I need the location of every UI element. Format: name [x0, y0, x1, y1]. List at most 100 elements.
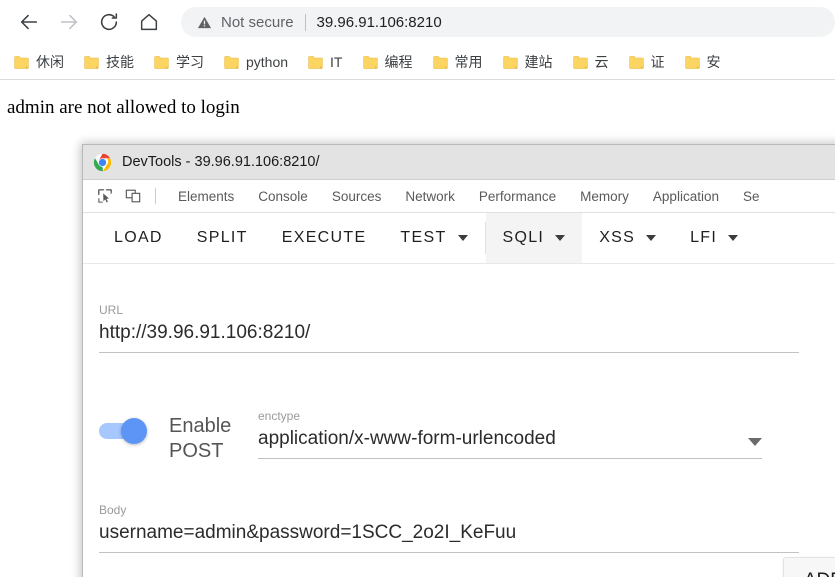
folder-icon	[572, 55, 588, 69]
toolbar-separator	[155, 188, 156, 204]
reload-icon	[98, 11, 120, 33]
bookmark-label: 常用	[454, 54, 483, 70]
bookmark-label: 建站	[524, 54, 553, 70]
tab-console[interactable]: Console	[246, 180, 320, 213]
url-input[interactable]: http://39.96.91.106:8210/	[99, 320, 799, 346]
enable-post-toggle[interactable]	[99, 409, 159, 444]
bookmark-item[interactable]: 休闲	[10, 49, 68, 75]
body-input-underline	[99, 552, 799, 553]
tab-network[interactable]: Network	[393, 180, 467, 213]
chevron-down-icon[interactable]	[728, 235, 739, 241]
bookmark-label: IT	[330, 54, 343, 70]
bookmark-item[interactable]: 常用	[429, 49, 487, 75]
folder-icon	[502, 55, 518, 69]
ext-tab-test[interactable]: TEST	[383, 213, 484, 263]
tab-security[interactable]: Se	[731, 180, 772, 213]
add-button[interactable]: ADD	[782, 557, 835, 577]
body-field-label: Body	[99, 503, 127, 517]
url-field-label: URL	[99, 303, 124, 317]
tab-elements[interactable]: Elements	[166, 180, 246, 213]
bookmark-item[interactable]: 技能	[80, 49, 138, 75]
devtools-window: DevTools - 39.96.91.106:8210/ Elements C…	[82, 144, 835, 577]
toggle-track	[99, 418, 147, 444]
bookmark-label: 编程	[384, 54, 413, 70]
toggle-knob	[121, 418, 147, 444]
ext-tab-label: LFI	[690, 229, 718, 246]
bookmark-item[interactable]: 安	[681, 49, 725, 75]
bookmark-item[interactable]: python	[220, 51, 292, 73]
address-bar[interactable]: Not secure 39.96.91.106:8210	[181, 7, 835, 37]
enable-post-label: Enable POST	[169, 415, 232, 462]
post-settings-row: Enable POST enctype application/x-www-fo…	[99, 409, 835, 577]
ext-tab-label: LOAD	[114, 229, 163, 246]
folder-icon	[84, 55, 99, 69]
bookmark-label: 安	[706, 54, 721, 70]
ext-tab-lfi[interactable]: LFI	[673, 213, 755, 263]
bookmark-label: 证	[650, 54, 665, 70]
devtools-titlebar[interactable]: DevTools - 39.96.91.106:8210/	[83, 145, 835, 180]
bookmark-label: 学习	[176, 54, 204, 70]
tab-memory[interactable]: Memory	[568, 180, 641, 213]
url-input-underline	[99, 352, 799, 353]
bookmark-item[interactable]: 学习	[150, 49, 208, 75]
folder-icon	[308, 55, 323, 69]
chevron-down-icon[interactable]	[457, 235, 468, 241]
chevron-down-icon[interactable]	[646, 235, 657, 241]
tab-application[interactable]: Application	[641, 180, 731, 213]
bookmark-item[interactable]: 证	[625, 49, 669, 75]
folder-icon	[154, 55, 169, 69]
enctype-underline	[258, 458, 762, 459]
enctype-selected-value: application/x-www-form-urlencoded	[258, 428, 556, 449]
enctype-select[interactable]: application/x-www-form-urlencoded	[258, 426, 762, 452]
folder-icon	[14, 55, 29, 69]
reload-button[interactable]	[89, 2, 129, 42]
url-field-group: URL http://39.96.91.106:8210/	[99, 303, 799, 353]
devtools-window-title: DevTools - 39.96.91.106:8210/	[122, 154, 320, 170]
folder-icon	[684, 55, 700, 69]
ext-tab-split[interactable]: SPLIT	[180, 213, 265, 263]
arrow-right-icon	[58, 11, 80, 33]
folder-icon	[362, 55, 378, 69]
bookmark-label: 云	[594, 54, 609, 70]
device-toolbar-icon[interactable]	[119, 183, 147, 209]
bookmark-item[interactable]: 编程	[359, 49, 417, 75]
body-field-group: Body username=admin&password=1SCC_2o2I_K…	[99, 503, 799, 553]
tab-performance[interactable]: Performance	[467, 180, 568, 213]
arrow-left-icon	[18, 11, 40, 33]
ext-tab-label: SQLI	[502, 229, 545, 246]
ext-tab-label: SPLIT	[196, 229, 248, 246]
ext-tab-load[interactable]: LOAD	[97, 213, 180, 263]
ext-tab-label: XSS	[599, 229, 636, 246]
inspect-element-icon[interactable]	[91, 183, 119, 209]
devtools-panel-tabbar: Elements Console Sources Network Perform…	[83, 180, 835, 213]
ext-tab-xss[interactable]: XSS	[582, 213, 673, 263]
bookmark-item[interactable]: 云	[569, 49, 613, 75]
folder-icon	[432, 55, 448, 69]
back-button[interactable]	[9, 2, 49, 42]
bookmark-label: 技能	[106, 54, 134, 70]
screen-root: Not secure 39.96.91.106:8210 休闲 技能 学习 py…	[0, 0, 835, 577]
chevron-down-icon[interactable]	[555, 235, 566, 241]
page-message-text: admin are not allowed to login	[7, 97, 240, 118]
browser-toolbar: Not secure 39.96.91.106:8210	[0, 0, 835, 44]
ext-tab-label: TEST	[400, 229, 447, 246]
ext-tab-sqli[interactable]: SQLI	[485, 213, 583, 263]
enctype-field-label: enctype	[258, 409, 301, 423]
chevron-down-icon[interactable]	[748, 438, 762, 446]
tab-sources[interactable]: Sources	[320, 180, 394, 213]
body-input[interactable]: username=admin&password=1SCC_2o2I_KeFuu	[99, 520, 799, 546]
folder-icon	[224, 55, 239, 69]
bookmark-item[interactable]: 建站	[499, 49, 557, 75]
address-bar-url[interactable]: 39.96.91.106:8210	[317, 14, 442, 31]
bookmark-item[interactable]: IT	[304, 51, 346, 73]
extension-toolbar: LOAD SPLIT EXECUTE TEST SQLI XSS LFI	[83, 213, 835, 264]
ext-tab-execute[interactable]: EXECUTE	[265, 213, 384, 263]
home-icon	[138, 11, 160, 33]
bookmark-label: python	[246, 54, 289, 70]
bookmark-label: 休闲	[36, 54, 64, 70]
ext-tab-label: EXECUTE	[281, 229, 367, 246]
home-button[interactable]	[129, 2, 169, 42]
security-status-label: Not secure	[221, 13, 294, 31]
warning-triangle-icon	[197, 15, 212, 30]
forward-button[interactable]	[49, 2, 89, 42]
